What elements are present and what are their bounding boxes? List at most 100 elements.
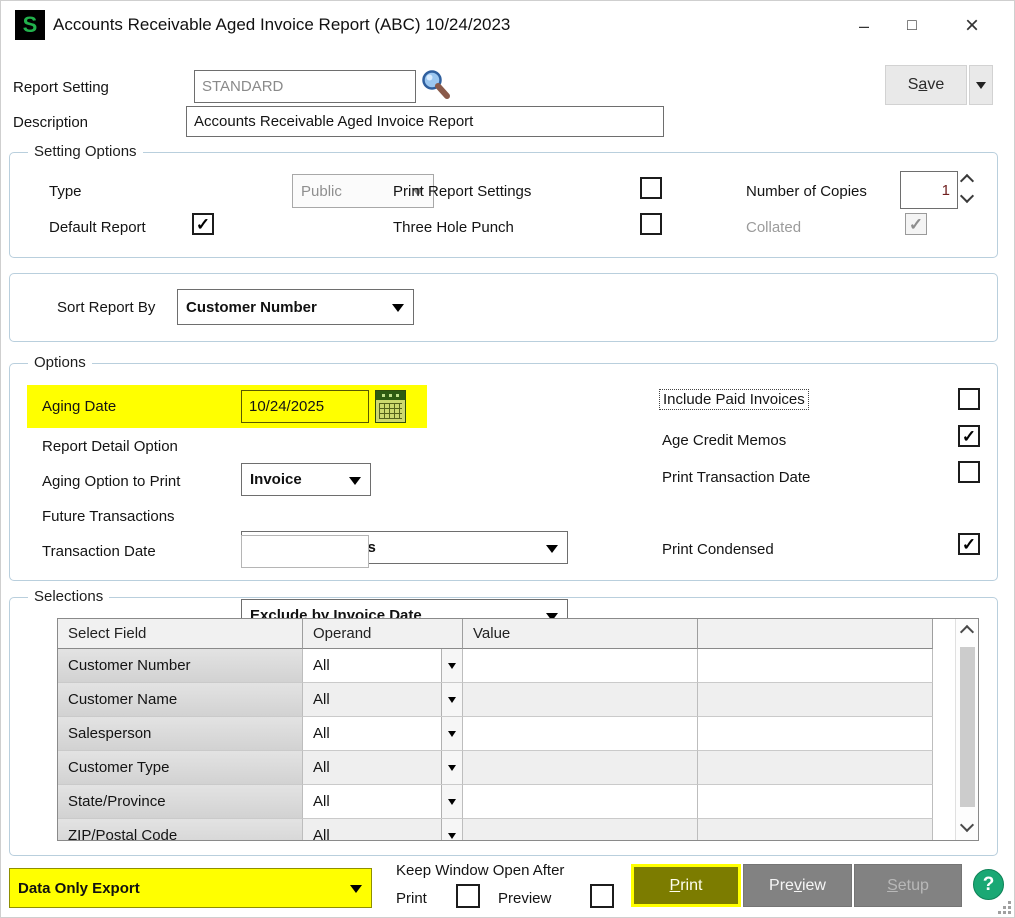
table-row: Salesperson All	[58, 717, 933, 751]
lookup-magnifier-icon[interactable]	[420, 68, 452, 107]
scroll-down-button[interactable]	[962, 820, 972, 830]
include-paid-invoices-label[interactable]: Include Paid Invoices	[660, 390, 808, 409]
print-button[interactable]: Print	[631, 864, 741, 907]
sort-report-by-select[interactable]: Customer Number	[177, 289, 414, 325]
operand-dropdown-button[interactable]	[441, 751, 462, 784]
three-hole-punch-label: Three Hole Punch	[393, 219, 514, 236]
row-operand-value: All	[313, 793, 330, 810]
copies-spin-up-button[interactable]	[962, 176, 972, 186]
report-detail-option-select[interactable]: Invoice	[241, 463, 371, 496]
description-input[interactable]: Accounts Receivable Aged Invoice Report	[186, 106, 664, 137]
chevron-down-icon	[448, 697, 456, 703]
sage-logo-icon: S	[15, 10, 45, 40]
row-operand-value: All	[313, 827, 330, 841]
scrollbar-thumb[interactable]	[960, 647, 975, 807]
age-credit-memos-checkbox[interactable]: ✓	[958, 425, 980, 447]
setup-button: Setup	[854, 864, 962, 907]
column-header-blank	[698, 619, 933, 649]
row-operand-cell[interactable]: All	[303, 649, 463, 683]
row-value-cell[interactable]	[463, 649, 698, 683]
column-header-select-field: Select Field	[58, 619, 303, 649]
window-title: Accounts Receivable Aged Invoice Report …	[53, 15, 510, 35]
export-format-select[interactable]: Data Only Export	[9, 868, 372, 908]
row-operand-cell[interactable]: All	[303, 819, 463, 841]
report-setting-input[interactable]: STANDARD	[194, 70, 416, 103]
operand-dropdown-button[interactable]	[441, 785, 462, 818]
row-blank-cell	[698, 785, 933, 819]
row-blank-cell	[698, 819, 933, 841]
print-transaction-date-checkbox[interactable]	[958, 461, 980, 483]
table-row: State/Province All	[58, 785, 933, 819]
row-value-cell[interactable]	[463, 819, 698, 841]
row-value-cell[interactable]	[463, 785, 698, 819]
aging-date-input[interactable]: 10/24/2025	[241, 390, 369, 423]
table-row: Customer Type All	[58, 751, 933, 785]
table-row: Customer Number All	[58, 649, 933, 683]
chevron-down-icon	[448, 663, 456, 669]
keep-open-print-checkbox[interactable]	[456, 884, 480, 908]
collated-label: Collated	[746, 219, 801, 236]
table-row: ZIP/Postal Code All	[58, 819, 933, 841]
row-blank-cell	[698, 717, 933, 751]
table-row: Customer Name All	[58, 683, 933, 717]
row-operand-cell[interactable]: All	[303, 751, 463, 785]
transaction-date-input	[241, 535, 369, 568]
maximize-button[interactable]: □	[894, 9, 930, 43]
default-report-label: Default Report	[49, 219, 146, 236]
chevron-down-icon	[350, 885, 362, 893]
aging-date-calendar-icon[interactable]	[375, 390, 406, 423]
row-value-cell[interactable]	[463, 683, 698, 717]
minimize-button[interactable]: –	[846, 9, 882, 43]
scroll-up-button[interactable]	[962, 627, 972, 637]
include-paid-invoices-checkbox[interactable]	[958, 388, 980, 410]
collated-checkbox: ✓	[905, 213, 927, 235]
row-field-cell: Customer Number	[58, 649, 303, 683]
print-button-label-post: rint	[680, 877, 702, 895]
calendar-icon-grid	[379, 403, 402, 419]
sort-report-by-label: Sort Report By	[57, 299, 155, 316]
operand-dropdown-button[interactable]	[441, 649, 462, 682]
resize-grip[interactable]	[998, 901, 1012, 915]
help-button[interactable]: ?	[973, 869, 1004, 900]
close-button[interactable]: ×	[954, 9, 990, 43]
column-header-operand: Operand	[303, 619, 463, 649]
row-value-cell[interactable]	[463, 751, 698, 785]
row-field-cell: Salesperson	[58, 717, 303, 751]
print-report-settings-checkbox[interactable]	[640, 177, 662, 199]
row-value-cell[interactable]	[463, 717, 698, 751]
row-operand-value: All	[313, 759, 330, 776]
sort-group: Sort Report By Customer Number	[9, 273, 998, 342]
report-detail-option-label: Report Detail Option	[42, 438, 178, 455]
row-operand-cell[interactable]: All	[303, 717, 463, 751]
print-condensed-checkbox[interactable]: ✓	[958, 533, 980, 555]
save-button[interactable]: Save	[885, 65, 967, 105]
three-hole-punch-checkbox[interactable]	[640, 213, 662, 235]
operand-dropdown-button[interactable]	[441, 717, 462, 750]
number-of-copies-input[interactable]: 1	[900, 171, 958, 209]
table-scrollbar[interactable]	[955, 619, 978, 840]
save-dropdown-button[interactable]	[969, 65, 993, 105]
setup-button-label-post: etup	[898, 877, 929, 895]
copies-spin-down-button[interactable]	[962, 191, 972, 201]
row-operand-cell[interactable]: All	[303, 683, 463, 717]
preview-button[interactable]: Preview	[743, 864, 852, 907]
age-credit-memos-label: Age Credit Memos	[662, 432, 786, 449]
calendar-icon-header	[376, 391, 405, 400]
save-button-accesskey: a	[918, 76, 927, 94]
row-field-cell: ZIP/Postal Code	[58, 819, 303, 841]
row-blank-cell	[698, 649, 933, 683]
operand-dropdown-button[interactable]	[441, 683, 462, 716]
save-button-label-pre: S	[908, 76, 919, 94]
chevron-down-icon	[976, 82, 986, 89]
operand-dropdown-button[interactable]	[441, 819, 462, 841]
chevron-down-icon	[960, 818, 974, 832]
row-operand-cell[interactable]: All	[303, 785, 463, 819]
setting-options-group: Setting Options Type Public Print Report…	[9, 152, 998, 258]
export-format-value: Data Only Export	[18, 880, 140, 897]
type-select-value: Public	[301, 183, 342, 200]
save-button-label-post: ve	[927, 76, 944, 94]
selections-table-header: Select Field Operand Value	[58, 619, 933, 649]
default-report-checkbox[interactable]: ✓	[192, 213, 214, 235]
keep-open-preview-checkbox[interactable]	[590, 884, 614, 908]
future-transactions-label: Future Transactions	[42, 508, 175, 525]
